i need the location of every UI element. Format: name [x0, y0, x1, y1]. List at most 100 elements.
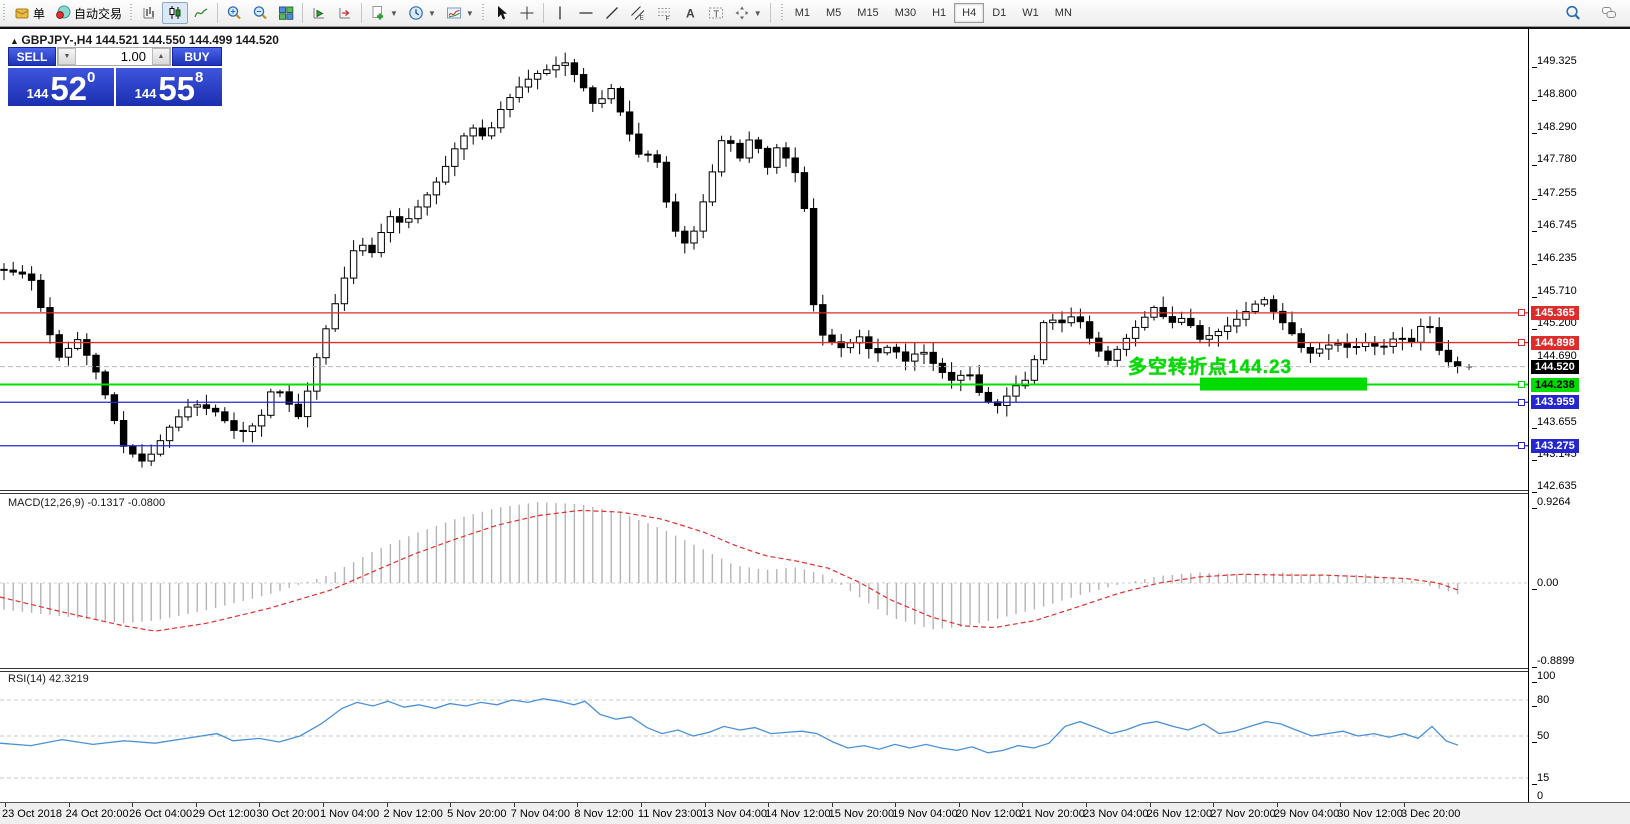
chart-shift-button[interactable] [332, 2, 358, 24]
sell-button[interactable]: SELL [8, 47, 56, 66]
timeframe-w1-button[interactable]: W1 [1014, 3, 1047, 23]
dropdown-caret-icon[interactable]: ▼ [466, 9, 474, 18]
search-button[interactable] [1560, 2, 1586, 24]
candlestick-series [1, 53, 1461, 468]
timeframe-m5-button[interactable]: M5 [818, 3, 849, 23]
zoom-in-button[interactable] [221, 2, 247, 24]
chat-button[interactable] [1596, 2, 1622, 24]
hline-price-badge[interactable]: 144.898 [1531, 336, 1579, 350]
toolbar-grip [2, 4, 7, 22]
price-axis-label: 145.710 [1537, 285, 1577, 297]
line-handle[interactable] [1518, 339, 1525, 346]
hline-price-badge[interactable]: 145.365 [1531, 306, 1579, 320]
new-chart-button[interactable]: ▼ [365, 2, 403, 24]
pane-separator[interactable] [0, 493, 1630, 494]
indicators-list-icon [446, 5, 462, 21]
time-axis-tick [514, 803, 515, 807]
zoom-out-icon [252, 5, 268, 21]
candlestick-button[interactable] [162, 2, 188, 24]
buy-price-base: 144 [135, 86, 157, 101]
time-axis-tick [705, 803, 706, 807]
timeframe-d1-button[interactable]: D1 [984, 3, 1014, 23]
crosshair-button[interactable] [514, 2, 540, 24]
timeframe-mn-button[interactable]: MN [1047, 3, 1080, 23]
hline-price-badge[interactable]: 144.238 [1531, 378, 1579, 392]
trendline-button[interactable] [599, 2, 625, 24]
dropdown-caret-icon[interactable]: ▼ [390, 9, 398, 18]
time-axis-tick [323, 803, 324, 807]
rsi-pane [0, 699, 1528, 778]
cursor-button[interactable] [488, 2, 514, 24]
time-axis-label: 13 Nov 04:00 [702, 808, 767, 820]
time-axis-tick [1022, 803, 1023, 807]
time-axis[interactable]: 23 Oct 201824 Oct 20:0026 Oct 04:0029 Oc… [0, 802, 1630, 824]
sell-price-button[interactable]: 144 52 0 [8, 68, 114, 106]
sell-price-base: 144 [27, 86, 49, 101]
autotrading-button[interactable]: 自动交易 [50, 2, 127, 25]
line-handle[interactable] [1518, 309, 1525, 316]
current-price-badge[interactable]: 144.520 [1531, 360, 1579, 374]
line-handle[interactable] [1518, 399, 1525, 406]
time-axis-label: 20 Nov 12:00 [956, 808, 1021, 820]
price-axis-label: 147.780 [1537, 153, 1577, 165]
time-axis-label: 1 Nov 04:00 [320, 808, 379, 820]
axis-tick-mark [1532, 742, 1537, 743]
timeframe-m15-button[interactable]: M15 [849, 3, 886, 23]
chart-canvas[interactable] [0, 0, 1630, 824]
dropdown-caret-icon[interactable]: ▼ [428, 9, 436, 18]
volume-field[interactable]: 1.00 [76, 48, 152, 65]
fibonacci-button[interactable]: F [651, 2, 677, 24]
time-axis-label: 19 Nov 04:00 [892, 808, 957, 820]
indicators-list-button[interactable]: ▼ [441, 2, 479, 24]
dropdown-caret-icon[interactable]: ▼ [754, 9, 762, 18]
macd-histogram [4, 502, 1458, 629]
buy-price-button[interactable]: 144 55 8 [116, 68, 222, 106]
axis-tick-mark [1532, 492, 1537, 493]
volume-decrease-button[interactable]: ▼ [58, 48, 76, 65]
search-icon [1565, 5, 1581, 21]
annotation-text[interactable]: 多空转折点144.23 [1128, 352, 1292, 379]
price-axis[interactable]: 149.325148.800148.290147.780147.255146.7… [1529, 29, 1630, 802]
tile-windows-button[interactable] [273, 2, 299, 24]
hline-price-badge[interactable]: 143.275 [1531, 439, 1579, 453]
axis-tick-mark [1532, 297, 1537, 298]
volume-increase-button[interactable]: ▲ [152, 48, 170, 65]
time-axis-label: 15 Nov 20:00 [829, 808, 894, 820]
pane-separator[interactable] [0, 668, 1630, 669]
line-chart-button[interactable] [188, 2, 214, 24]
line-handle[interactable] [1518, 381, 1525, 388]
axis-tick-mark [1532, 264, 1537, 265]
line-chart-icon [193, 5, 209, 21]
timeframe-h4-button[interactable]: H4 [954, 3, 984, 23]
time-axis-label: 2 Nov 12:00 [384, 808, 443, 820]
vertical-line-button[interactable] [547, 2, 573, 24]
text-label-icon: T [708, 5, 724, 21]
pane-separator[interactable] [0, 490, 1630, 491]
cursor-icon [493, 5, 509, 21]
equidistant-channel-button[interactable]: E [625, 2, 651, 24]
auto-scroll-button[interactable] [306, 2, 332, 24]
axis-tick-mark [1532, 460, 1537, 461]
text-label-button[interactable]: T [703, 2, 729, 24]
profiles-button[interactable]: ▼ [403, 2, 441, 24]
text-button[interactable]: A [677, 2, 703, 24]
price-axis-label: 146.235 [1537, 252, 1577, 264]
horizontal-line-icon [578, 5, 594, 21]
timeframe-m1-button[interactable]: M1 [787, 3, 818, 23]
bar-chart-button[interactable] [136, 2, 162, 24]
new-order-button[interactable]: 单 [9, 2, 50, 25]
line-handle[interactable] [1518, 442, 1525, 449]
zoom-out-button[interactable] [247, 2, 273, 24]
time-axis-tick [1213, 803, 1214, 807]
timeframe-m30-button[interactable]: M30 [887, 3, 924, 23]
time-axis-label: 11 Nov 23:00 [638, 808, 703, 820]
horizontal-line-button[interactable] [573, 2, 599, 24]
buy-button[interactable]: BUY [172, 47, 222, 66]
arrows-button[interactable]: ▼ [729, 2, 767, 24]
buy-price-pip: 8 [195, 69, 203, 86]
timeframe-h1-button[interactable]: H1 [924, 3, 954, 23]
time-axis-tick [641, 803, 642, 807]
rsi-axis-label: 15 [1537, 772, 1549, 784]
pane-separator[interactable] [0, 671, 1630, 672]
hline-price-badge[interactable]: 143.959 [1531, 395, 1579, 409]
